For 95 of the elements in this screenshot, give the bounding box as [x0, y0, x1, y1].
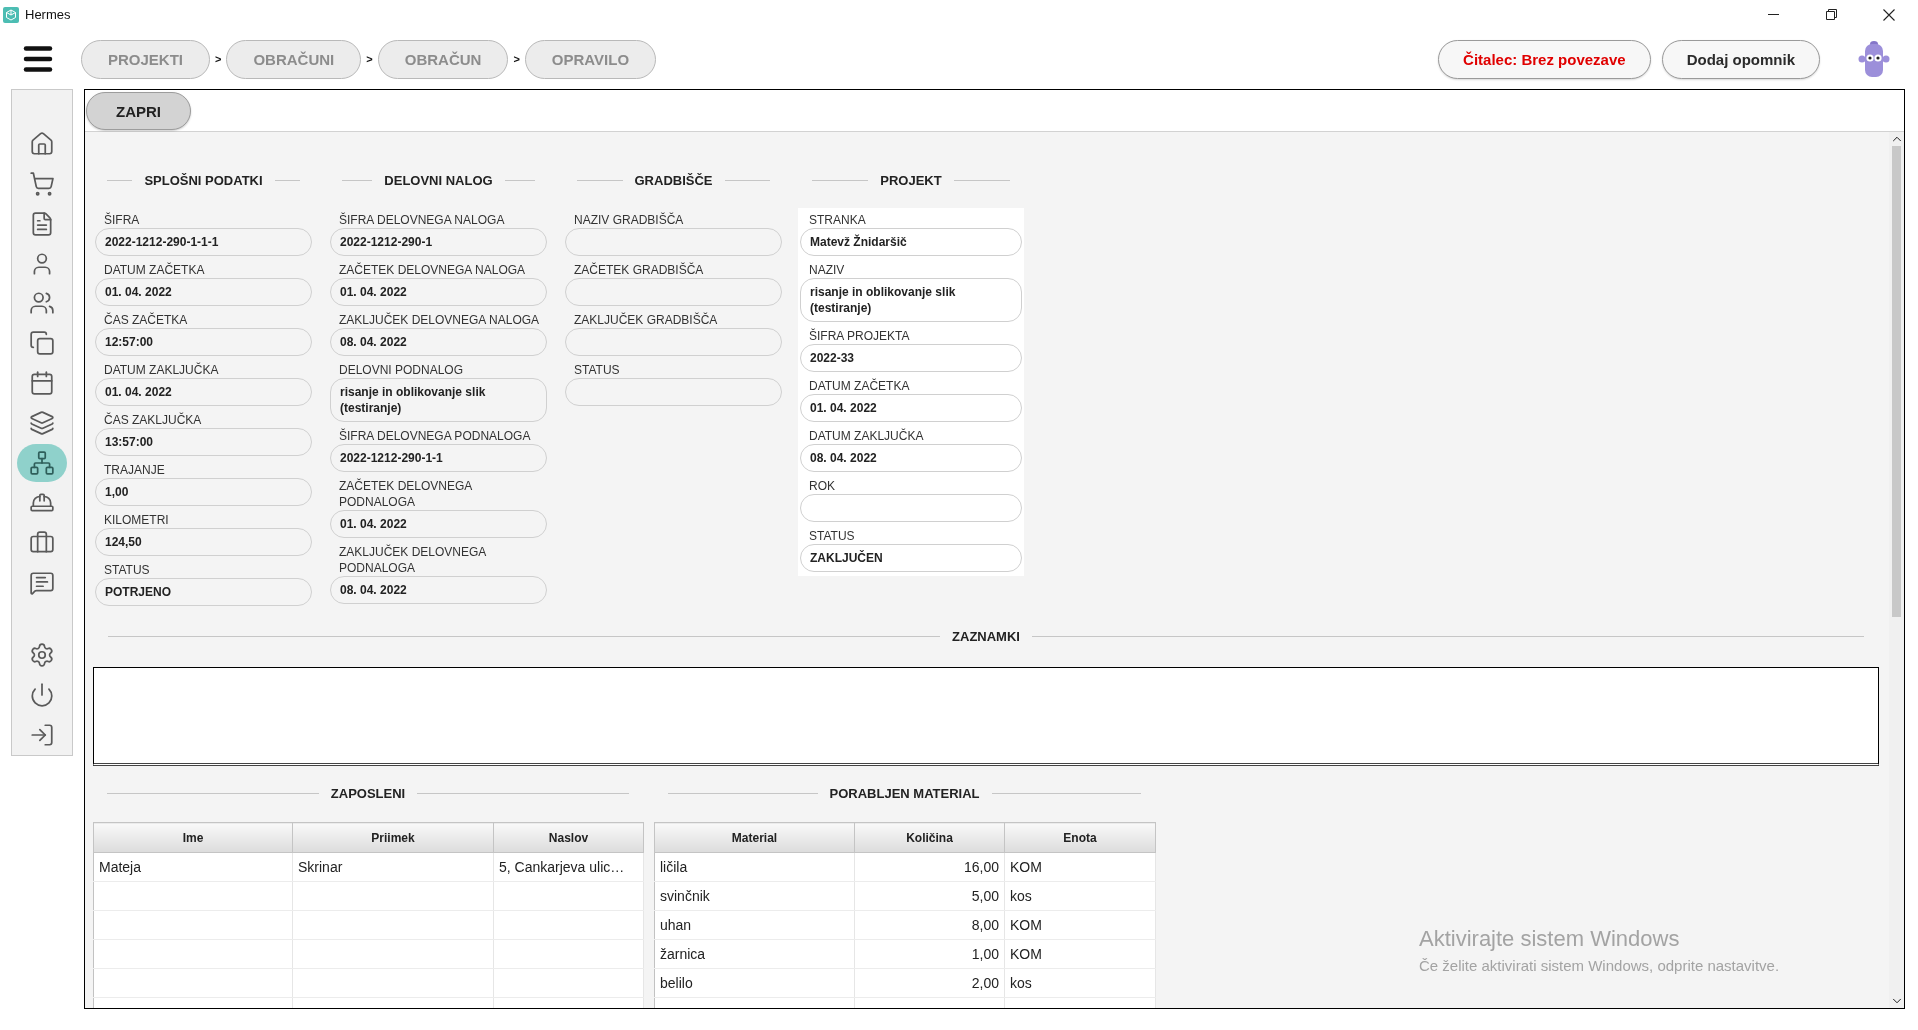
field-label: ZAČETEK DELOVNEGA NALOGA: [338, 261, 527, 278]
breadcrumb-separator: >: [366, 53, 373, 65]
column-header[interactable]: Enota: [1004, 822, 1156, 853]
field-label: TRAJANJE: [103, 462, 166, 478]
close-button[interactable]: ZAPRI: [86, 92, 191, 130]
field-label: ŠIFRA: [103, 211, 141, 228]
breadcrumb-separator: >: [215, 53, 222, 65]
section-title: DELOVNI NALOG: [384, 172, 493, 188]
field-label: ZAČETEK GRADBIŠČA: [573, 261, 705, 278]
field-label: ZAKLJUČEK GRADBIŠČA: [573, 311, 719, 328]
section-title: PROJEKT: [880, 172, 942, 188]
table-cell: 2,00: [854, 968, 1005, 998]
breadcrumb-separator: >: [513, 53, 520, 65]
field-label: ROK: [808, 478, 836, 494]
table-cell: Skrinar: [292, 852, 494, 882]
field-label: DATUM ZAČETKA: [103, 261, 206, 278]
field-label: ŠIFRA DELOVNEGA NALOGA: [338, 211, 506, 228]
activation-title: Aktivirajte sistem Windows: [1419, 925, 1681, 953]
section-title: PORABLJEN MATERIAL: [829, 785, 980, 801]
restore-icon: [1825, 9, 1837, 20]
table-cell: KOM: [1004, 910, 1156, 940]
field-label: ZAKLJUČEK DELOVNEGA PODNALOGA: [338, 543, 487, 576]
add-reminder-button[interactable]: Dodaj opomnik: [1661, 39, 1820, 79]
power-icon: [29, 682, 55, 709]
table-cell: kos: [1004, 881, 1156, 911]
field-label: DATUM ZAKLJUČKA: [103, 361, 220, 378]
network-icon: [29, 449, 55, 476]
pages-icon: [29, 330, 55, 357]
field-label: DATUM ZAKLJUČKA: [808, 427, 925, 444]
column-header[interactable]: Količina: [854, 822, 1005, 853]
chat-icon: [29, 569, 55, 596]
scrollbar[interactable]: [1889, 132, 1904, 1008]
table-cell: 5, Cankarjeva ulic…: [493, 852, 644, 882]
table-cell: 1,00: [854, 939, 1005, 969]
text-field[interactable]: risanje in oblikovanje slik (testiranje): [800, 278, 1022, 322]
section-title: ZAPOSLENI: [330, 785, 406, 801]
reader-status-button[interactable]: Čitalec: Brez povezave: [1438, 39, 1651, 79]
table-cell: KOM: [1004, 852, 1156, 882]
field-label: STATUS: [573, 362, 621, 378]
cart-icon: [29, 170, 55, 197]
column-header[interactable]: Priimek: [292, 822, 494, 853]
section-title: GRADBIŠČE: [634, 172, 713, 188]
text-field[interactable]: risanje in oblikovanje slik (testiranje): [330, 378, 547, 422]
column-header[interactable]: Ime: [93, 822, 293, 853]
text-field[interactable]: Matevž Žnidaršič: [800, 228, 1022, 256]
field-label: NAZIV GRADBIŠČA: [573, 211, 685, 228]
table-cell: 5,00: [854, 881, 1005, 911]
field-label: STATUS: [808, 528, 856, 544]
settings-icon: [29, 642, 55, 669]
field-label: ZAKLJUČEK DELOVNEGA NALOGA: [338, 311, 541, 328]
activation-text: Če želite aktivirati sistem Windows, odprite nastavitve.: [1419, 956, 1780, 976]
field-label: DATUM ZAČETKA: [808, 377, 911, 394]
table-cell: ličila: [654, 852, 855, 882]
window-title: Hermes: [25, 7, 71, 22]
table-cell: 8,00: [854, 910, 1005, 940]
scrollbar-thumb[interactable]: [1892, 146, 1901, 617]
text-field[interactable]: ZAKLJUČEN: [800, 544, 1022, 572]
field-label: ČAS ZAČETKA: [103, 311, 189, 328]
field-label: STRANKA: [808, 212, 867, 228]
field-label: NAZIV: [808, 262, 846, 278]
text-field[interactable]: [800, 494, 1022, 522]
table-cell: žarnica: [654, 939, 855, 969]
table-cell: 16,00: [854, 852, 1005, 882]
field-label: ČAS ZAKLJUČKA: [103, 411, 203, 428]
table-cell: KOM: [1004, 939, 1156, 969]
app-icon: [3, 6, 19, 23]
layers-icon: [29, 410, 55, 437]
text-field[interactable]: 01. 04. 2022: [800, 394, 1022, 422]
avatar-icon[interactable]: [1858, 40, 1890, 78]
column-header[interactable]: Naslov: [493, 822, 644, 853]
field-label: ŠIFRA DELOVNEGA PODNALOGA: [338, 427, 532, 444]
field-label: ŠIFRA PROJEKTA: [808, 327, 911, 344]
section-title: SPLOŠNI PODATKI: [144, 172, 263, 188]
table-cell: uhan: [654, 910, 855, 940]
section-title: ZAZNAMKI: [952, 628, 1020, 644]
calendar-icon: [29, 370, 55, 397]
field-label: STATUS: [103, 562, 151, 578]
document-icon: [29, 210, 55, 237]
column-header[interactable]: Material: [654, 822, 855, 853]
table-cell: belilo: [654, 968, 855, 998]
table-cell: Mateja: [93, 852, 293, 882]
minimize-icon: [1767, 14, 1779, 15]
field-label: DELOVNI PODNALOG: [338, 362, 465, 378]
people-icon: [29, 290, 55, 317]
close-icon: [1883, 8, 1895, 21]
table-cell: kos: [1004, 968, 1156, 998]
notes-field[interactable]: [93, 667, 1879, 766]
text-field[interactable]: 2022-33: [800, 344, 1022, 372]
field-label: KILOMETRI: [103, 512, 170, 528]
table-cell: svinčnik: [654, 881, 855, 911]
home-icon: [29, 130, 55, 157]
text-field[interactable]: 08. 04. 2022: [800, 444, 1022, 472]
briefcase-icon: [29, 529, 55, 556]
sidebar-item[interactable]: [17, 444, 67, 482]
field-label: ZAČETEK DELOVNEGA PODNALOGA: [338, 477, 473, 510]
